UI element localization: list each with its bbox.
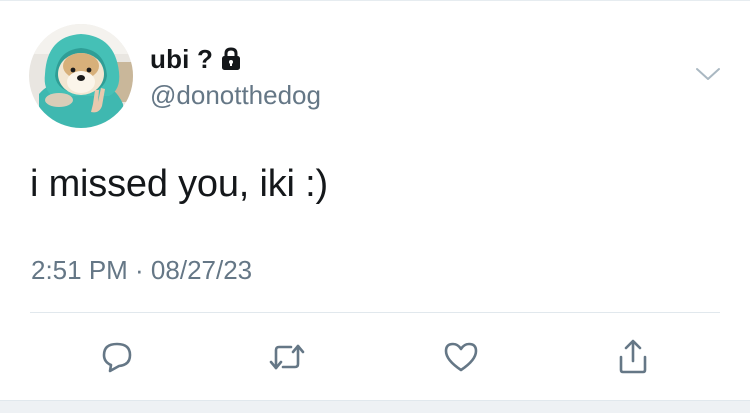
tweet-timestamp[interactable]: 2:51 PM · 08/27/23 <box>31 255 252 286</box>
retweet-arrows-icon <box>269 344 305 370</box>
reply-button[interactable] <box>96 336 138 378</box>
chevron-down-icon[interactable] <box>695 64 721 84</box>
actions-divider <box>30 312 720 313</box>
lock-icon <box>220 46 242 72</box>
share-upload-icon <box>619 339 647 374</box>
display-name[interactable]: ubi ? <box>150 44 213 75</box>
share-button[interactable] <box>612 336 654 378</box>
heart-icon <box>444 342 478 372</box>
speech-bubble-icon <box>102 342 132 373</box>
author-handle[interactable]: @donotthedog <box>150 80 321 111</box>
dog-avatar-image <box>29 24 133 128</box>
avatar[interactable] <box>29 24 133 128</box>
bottom-separator <box>0 400 750 413</box>
tweet-text: i missed you, iki :) <box>30 163 328 205</box>
like-button[interactable] <box>440 336 482 378</box>
retweet-button[interactable] <box>266 336 308 378</box>
author-name-row: ubi ? <box>150 43 242 75</box>
top-divider <box>0 0 750 1</box>
tweet-detail-view: ubi ? @donotthedog i missed you, iki :) … <box>0 0 750 413</box>
